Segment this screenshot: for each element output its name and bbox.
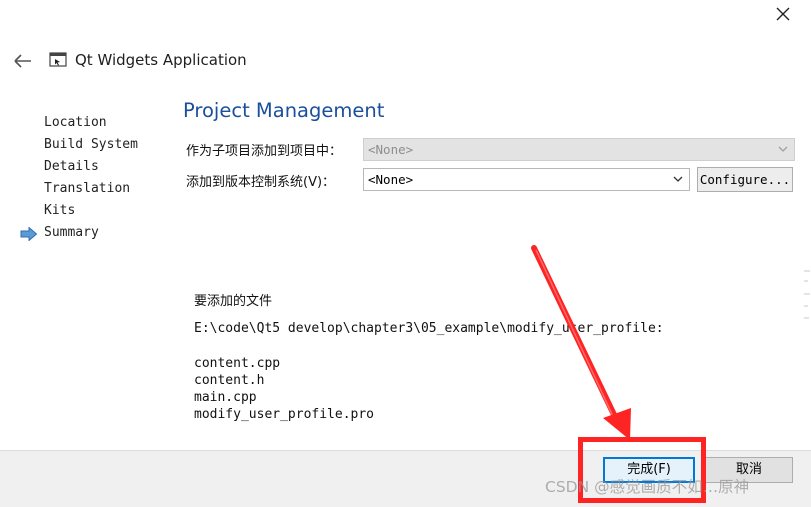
annotation-arrow <box>531 245 631 440</box>
back-arrow-icon <box>14 54 31 68</box>
page-heading: Project Management <box>183 99 385 122</box>
qt-widgets-app-icon <box>49 51 67 69</box>
wizard-title: Qt Widgets Application <box>75 51 247 69</box>
version-control-value: <None> <box>368 172 414 187</box>
current-step-arrow-icon <box>20 226 38 242</box>
version-control-select[interactable]: <None> <box>363 168 690 191</box>
file-item: main.cpp <box>194 390 257 405</box>
step-translation: Translation <box>44 181 131 196</box>
step-build-system: Build System <box>44 137 138 152</box>
parent-project-label: 作为子项目添加到项目中： <box>186 144 343 159</box>
back-button[interactable] <box>12 51 34 71</box>
version-control-label: 添加到版本控制系统(V)： <box>186 175 336 190</box>
parent-project-select[interactable]: <None> <box>363 138 795 161</box>
close-icon <box>776 7 790 21</box>
files-to-add-heading: 要添加的文件 <box>194 294 273 309</box>
watermark: CSDN @感觉画质不如…原神 <box>545 478 750 496</box>
file-item: content.cpp <box>194 356 281 371</box>
file-item: modify_user_profile.pro <box>194 407 375 422</box>
wizard-steps: Location Build System Details Translatio… <box>44 114 138 246</box>
close-window-button[interactable] <box>770 2 796 26</box>
chevron-down-icon <box>673 176 683 182</box>
edge-artifact <box>802 265 811 325</box>
configure-button[interactable]: Configure... <box>697 167 793 192</box>
files-list: content.cpp content.h main.cpp modify_us… <box>194 356 374 424</box>
step-location: Location <box>44 115 107 130</box>
file-item: content.h <box>194 373 265 388</box>
parent-project-value: <None> <box>368 142 414 157</box>
files-target-path: E:\code\Qt5 develop\chapter3\05_example\… <box>194 321 664 336</box>
step-summary: Summary <box>44 225 99 240</box>
chevron-down-icon <box>778 146 788 152</box>
step-kits: Kits <box>44 203 76 218</box>
step-details: Details <box>44 159 99 174</box>
